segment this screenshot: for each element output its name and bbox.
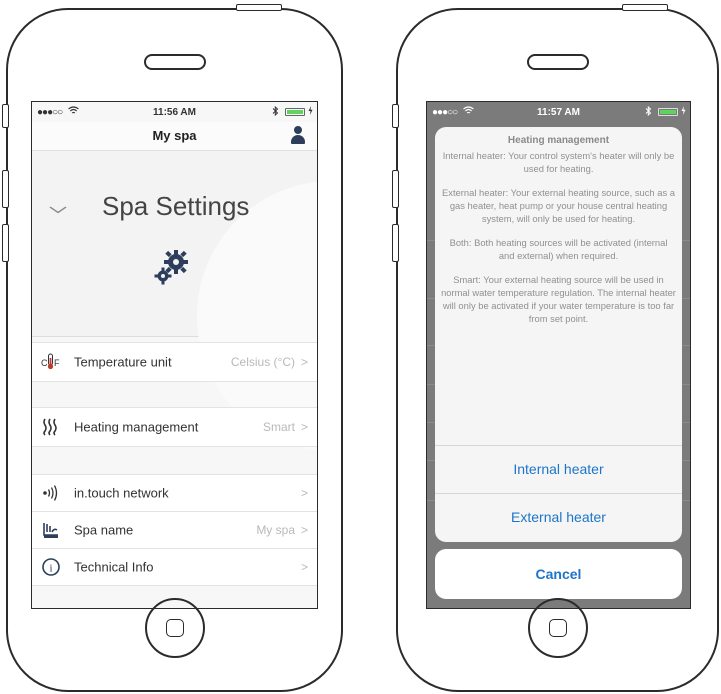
chevron-right-icon: > xyxy=(300,486,308,500)
volume-down-button xyxy=(2,224,9,262)
earpiece-speaker xyxy=(526,54,589,70)
action-sheet-title: Heating management xyxy=(507,135,610,146)
message-paragraph: Internal heater: Your control system's h… xyxy=(442,150,675,174)
mute-switch xyxy=(392,104,399,128)
row-label: Temperature unit xyxy=(74,354,172,370)
settings-header: Spa Settings xyxy=(32,151,317,451)
action-sheet-message: Internal heater: Your control system's h… xyxy=(441,149,676,336)
action-sheet: Heating management Internal heater: Your… xyxy=(435,127,682,542)
user-profile-icon[interactable] xyxy=(291,126,305,144)
power-button xyxy=(622,4,668,11)
row-value: Celsius (°C) xyxy=(230,355,295,369)
status-bar: ●●●○○ 11:57 AM xyxy=(427,102,690,122)
row-spa-name[interactable]: Spa name My spa > xyxy=(32,511,317,549)
navigation-bar: My spa xyxy=(32,122,317,151)
screen-left: ●●●○○ 11:56 AM My spa Spa Settings C F T… xyxy=(31,101,318,609)
mute-switch xyxy=(2,104,9,128)
bluetooth-icon xyxy=(272,105,279,119)
phone-frame-right: ●●●○○ 11:57 AM Heating management Intern… xyxy=(392,4,719,692)
message-paragraph: Smart: Your external heating source will… xyxy=(441,274,676,324)
row-heating-management[interactable]: Heating management Smart > xyxy=(32,407,317,447)
status-bar: ●●●○○ 11:56 AM xyxy=(32,102,317,122)
row-label: Technical Info xyxy=(74,559,154,575)
row-technical-info[interactable]: i Technical Info > xyxy=(32,548,317,586)
battery-icon xyxy=(658,108,678,116)
chevron-right-icon: > xyxy=(300,420,308,434)
chevron-right-icon: > xyxy=(300,355,308,369)
external-heater-button[interactable]: External heater xyxy=(435,493,682,541)
chevron-down-icon[interactable] xyxy=(48,198,67,219)
row-label: in.touch network xyxy=(74,485,169,501)
heat-waves-icon xyxy=(41,417,61,437)
fahrenheit-glyph: F xyxy=(54,358,60,368)
thermometer-icon: C F xyxy=(41,352,61,372)
row-value: My spa xyxy=(256,523,295,537)
charging-bolt-icon xyxy=(681,106,686,117)
internal-heater-button[interactable]: Internal heater xyxy=(435,445,682,493)
info-glyph: i xyxy=(50,563,53,575)
message-paragraph: External heater: Your external heating s… xyxy=(442,187,675,224)
battery-icon xyxy=(285,108,305,116)
screen-right: ●●●○○ 11:57 AM Heating management Intern… xyxy=(426,101,691,609)
phone-frame-left: ●●●○○ 11:56 AM My spa Spa Settings C F T… xyxy=(2,4,343,692)
info-icon: i xyxy=(41,557,61,577)
wireless-signal-icon xyxy=(41,483,61,503)
power-button xyxy=(236,4,282,11)
message-paragraph: Both: Both heating sources will be activ… xyxy=(449,237,668,261)
volume-up-button xyxy=(2,170,9,208)
chevron-right-icon: > xyxy=(300,523,308,537)
home-button[interactable] xyxy=(144,598,205,658)
volume-up-button xyxy=(392,170,399,208)
section-title: Spa Settings xyxy=(102,191,250,221)
row-temperature-unit[interactable]: C F Temperature unit Celsius (°C) > xyxy=(32,342,317,382)
row-label: Heating management xyxy=(74,419,199,435)
celsius-glyph: C xyxy=(41,358,48,368)
gears-icon xyxy=(150,247,192,289)
row-value: Smart xyxy=(262,420,295,434)
earpiece-speaker xyxy=(143,54,206,70)
spa-tub-icon xyxy=(41,520,61,540)
row-intouch-network[interactable]: in.touch network > xyxy=(32,474,317,512)
page-title: My spa xyxy=(152,128,197,143)
volume-down-button xyxy=(392,224,399,262)
chevron-right-icon: > xyxy=(300,560,308,574)
bluetooth-icon xyxy=(645,105,652,119)
home-button[interactable] xyxy=(527,598,588,658)
charging-bolt-icon xyxy=(308,106,313,117)
cancel-button[interactable]: Cancel xyxy=(435,549,682,599)
row-label: Spa name xyxy=(74,522,134,538)
